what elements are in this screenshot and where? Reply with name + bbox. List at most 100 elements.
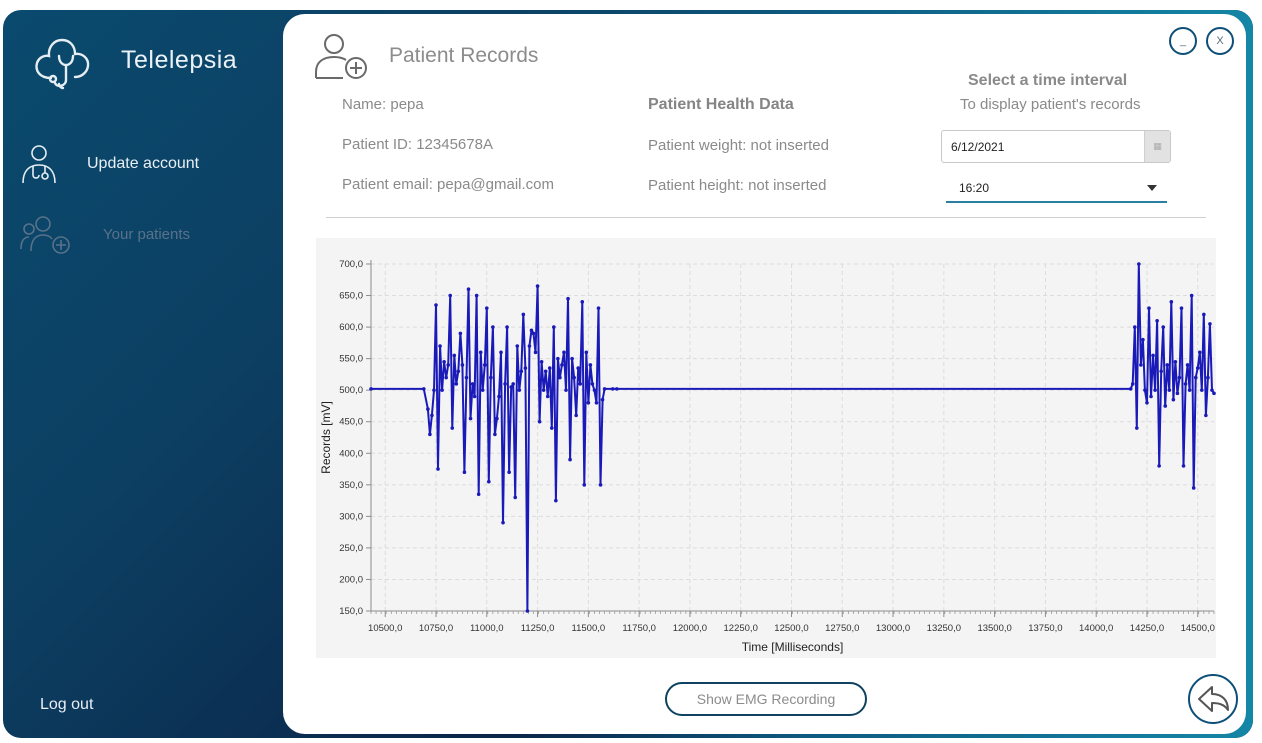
sidebar-item-your-patients[interactable]: Your patients: [19, 213, 190, 255]
data-point: [554, 498, 558, 503]
patient-id: Patient ID: 12345678A: [342, 136, 493, 153]
data-point: [452, 353, 457, 358]
date-picker[interactable]: 6/12/2021 ▦: [941, 130, 1171, 163]
data-point: [576, 366, 580, 370]
data-point: [1153, 388, 1157, 392]
x-tick-label: 13500,0: [977, 623, 1011, 634]
data-point: [592, 388, 597, 392]
data-point: [505, 325, 509, 329]
data-point: [489, 375, 493, 380]
data-point: [440, 388, 444, 392]
time-select[interactable]: 16:20: [946, 174, 1167, 203]
data-point: [531, 331, 536, 336]
data-point: [466, 287, 471, 292]
back-button[interactable]: [1188, 674, 1238, 724]
data-point: [545, 394, 550, 399]
data-point: [602, 387, 607, 391]
x-tick-label: 10500,0: [368, 623, 402, 634]
data-point: [1139, 363, 1143, 367]
back-arrow-icon: [1198, 686, 1229, 712]
data-point: [1143, 388, 1147, 392]
y-tick-label: 200,0: [339, 574, 363, 585]
data-point: [1147, 306, 1151, 310]
data-point: [1167, 388, 1172, 392]
data-point: [562, 350, 566, 355]
data-point: [456, 369, 461, 374]
y-tick-label: 650,0: [339, 291, 363, 302]
y-tick-label: 300,0: [339, 511, 363, 522]
data-point: [1130, 382, 1135, 386]
data-point: [1202, 312, 1206, 317]
x-tick-label: 13750,0: [1028, 623, 1062, 634]
brand: Telelepsia: [29, 28, 237, 92]
data-point: [521, 312, 526, 317]
minimize-button[interactable]: _: [1169, 27, 1197, 55]
data-point: [438, 344, 442, 348]
data-point: [446, 363, 450, 367]
data-point: [552, 325, 556, 329]
data-point: [596, 306, 601, 310]
doctor-icon: [22, 145, 56, 184]
data-point: [1151, 353, 1155, 358]
data-point: [1193, 375, 1198, 380]
data-point: [493, 432, 497, 437]
y-tick-label: 600,0: [339, 322, 363, 333]
date-field[interactable]: 6/12/2021: [942, 140, 1144, 154]
data-point: [472, 394, 477, 399]
data-point: [564, 388, 568, 392]
data-point: [1163, 404, 1168, 408]
data-point: [1212, 391, 1216, 396]
data-point: [434, 303, 438, 307]
data-point: [462, 470, 467, 474]
data-point: [556, 356, 560, 361]
data-point: [1173, 359, 1178, 364]
data-point: [474, 293, 479, 298]
data-point: [549, 426, 554, 430]
calendar-icon[interactable]: ▦: [1144, 131, 1170, 162]
data-point: [598, 483, 603, 487]
logout-link[interactable]: Log out: [40, 696, 93, 714]
data-point: [464, 375, 469, 380]
data-point: [572, 375, 576, 380]
x-tick-label: 12000,0: [673, 623, 707, 634]
x-tick-label: 11250,0: [521, 623, 555, 634]
data-point: [600, 397, 605, 402]
data-point: [582, 483, 587, 487]
sidebar-item-label: Update account: [87, 155, 200, 172]
data-point: [525, 609, 530, 613]
sidebar-item-update-account[interactable]: Update account: [19, 143, 199, 185]
divider: [326, 217, 1206, 218]
show-emg-button[interactable]: Show EMG Recording: [665, 682, 867, 716]
x-tick-label: 11000,0: [470, 623, 504, 634]
data-point: [499, 350, 503, 355]
data-point: [517, 388, 522, 392]
data-point: [478, 350, 483, 355]
data-point: [444, 375, 448, 380]
data-point: [527, 344, 532, 348]
data-point: [519, 369, 524, 374]
data-point: [1206, 375, 1210, 380]
chevron-down-icon: [1147, 184, 1157, 191]
x-tick-label: 14500,0: [1181, 623, 1215, 634]
data-point: [541, 388, 546, 392]
x-tick-label: 12750,0: [825, 623, 859, 634]
data-point: [529, 328, 534, 333]
data-point: [503, 382, 507, 386]
data-point: [537, 419, 542, 424]
data-point: [1132, 325, 1137, 329]
data-point: [610, 387, 615, 391]
y-tick-label: 700,0: [339, 259, 363, 270]
data-point: [1187, 388, 1192, 392]
close-button[interactable]: X: [1206, 27, 1234, 55]
data-point: [1204, 413, 1208, 418]
data-point: [470, 382, 475, 386]
data-point: [442, 359, 446, 364]
data-point: [460, 363, 465, 367]
add-user-icon: [315, 34, 367, 79]
y-tick-label: 500,0: [339, 385, 363, 396]
data-point: [1210, 388, 1214, 392]
data-point: [450, 426, 455, 430]
data-point: [509, 385, 513, 389]
data-point: [539, 359, 544, 364]
data-point: [1171, 397, 1176, 402]
